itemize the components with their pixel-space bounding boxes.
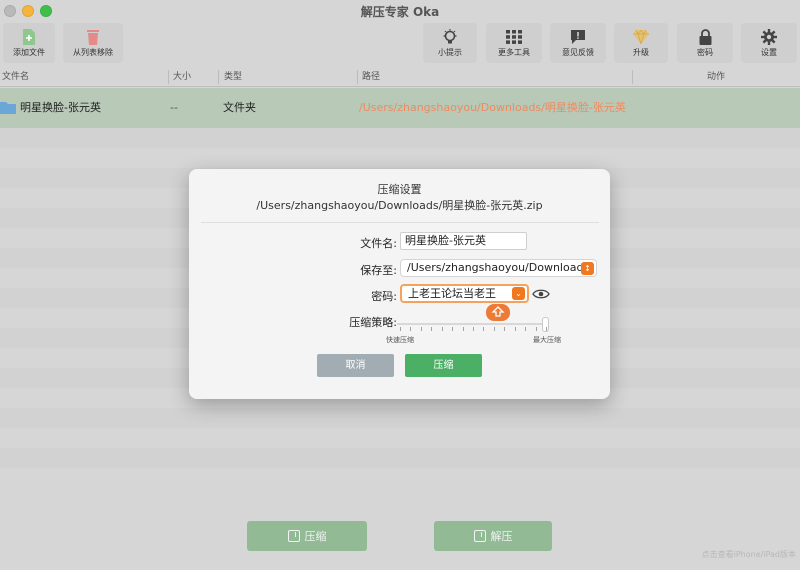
- strategy-label: 压缩策略:: [349, 316, 397, 329]
- iphone-version-link[interactable]: 点击查看iPhone/iPad版本: [702, 549, 796, 560]
- column-header-action[interactable]: 动作: [707, 67, 725, 87]
- upgrade-button[interactable]: 升级: [614, 23, 668, 63]
- up-down-chevron-icon: ↕: [581, 262, 594, 275]
- filename-label: 文件名:: [360, 237, 397, 250]
- password-label: 密码: [697, 47, 713, 57]
- compress-label: 压缩: [304, 530, 327, 543]
- lightbulb-icon: [442, 28, 458, 45]
- save-to-value: /Users/zhangshaoyou/Downloads: [407, 261, 590, 274]
- dialog-title: 压缩设置: [377, 183, 422, 196]
- add-file-label: 添加文件: [13, 47, 45, 57]
- compress-settings-dialog: 压缩设置 /Users/zhangshaoyou/Downloads/明星换脸-…: [189, 169, 610, 399]
- dialog-output-path: /Users/zhangshaoyou/Downloads/明星换脸-张元英.z…: [256, 199, 543, 212]
- slider-tick: [400, 327, 401, 331]
- column-divider: [168, 70, 169, 84]
- fast-compress-label: 快速压缩: [386, 336, 414, 344]
- minimize-window-button[interactable]: [22, 5, 34, 17]
- column-header-size[interactable]: 大小: [173, 67, 191, 87]
- cancel-button[interactable]: 取消: [317, 354, 394, 377]
- upgrade-label: 升级: [633, 47, 649, 57]
- row-size: --: [170, 101, 178, 114]
- extract-button[interactable]: 解压: [434, 521, 552, 551]
- eye-icon[interactable]: [532, 288, 550, 300]
- compress-icon: [287, 530, 300, 542]
- table-header: 文件名 大小 类型 路径 动作: [0, 67, 800, 87]
- remove-from-list-label: 从列表移除: [73, 47, 113, 57]
- slider-tick: [473, 327, 474, 331]
- slider-tick: [493, 327, 495, 331]
- slider-track: [397, 323, 549, 325]
- list-stripe: [0, 408, 800, 428]
- more-tools-label: 更多工具: [498, 47, 530, 57]
- save-to-label: 保存至:: [360, 264, 397, 277]
- add-file-icon: [21, 28, 37, 45]
- add-file-button[interactable]: 添加文件: [3, 23, 55, 63]
- slider-tick: [441, 327, 443, 331]
- maximize-window-button[interactable]: [40, 5, 52, 17]
- column-divider: [218, 70, 219, 84]
- row-name: 明星换脸-张元英: [20, 101, 101, 114]
- trash-icon: [85, 29, 101, 45]
- app-window: 解压专家 Oka 添加文件 从列表移除 小提示 更多工具 意见反馈 升级 密码 …: [0, 0, 800, 570]
- folder-icon: [0, 88, 16, 128]
- diamond-icon: [633, 29, 649, 45]
- grid-icon: [506, 29, 522, 45]
- slider-tick: [546, 327, 547, 331]
- feedback-button[interactable]: 意见反馈: [550, 23, 606, 63]
- title-bar: 解压专家 Oka: [0, 0, 800, 22]
- column-divider: [632, 70, 633, 84]
- tips-button[interactable]: 小提示: [423, 23, 477, 63]
- row-type: 文件夹: [223, 101, 256, 114]
- compression-strategy-slider[interactable]: [397, 316, 549, 332]
- list-stripe: [0, 448, 800, 468]
- compress-button[interactable]: 压缩: [247, 521, 367, 551]
- slider-tick: [431, 327, 433, 331]
- password-value: 上老王论坛当老王: [408, 287, 496, 300]
- extract-icon: [473, 530, 486, 542]
- slider-tick: [525, 327, 527, 331]
- settings-button[interactable]: 设置: [741, 23, 797, 63]
- column-divider: [357, 70, 358, 84]
- tips-label: 小提示: [438, 47, 462, 57]
- column-header-name[interactable]: 文件名: [2, 67, 29, 87]
- password-field-label: 密码:: [371, 290, 397, 303]
- slider-tick: [420, 327, 422, 331]
- slider-tick: [452, 327, 454, 331]
- close-window-button[interactable]: [4, 5, 16, 17]
- max-compress-label: 最大压缩: [533, 336, 561, 344]
- slider-tick: [504, 327, 506, 331]
- confirm-compress-button[interactable]: 压缩: [405, 354, 482, 377]
- slider-tick: [410, 327, 412, 331]
- row-path[interactable]: /Users/zhangshaoyou/Downloads/明星换脸-张元英: [359, 88, 626, 128]
- list-stripe: [0, 128, 800, 148]
- window-title: 解压专家 Oka: [360, 4, 440, 19]
- password-button[interactable]: 密码: [677, 23, 733, 63]
- column-header-path[interactable]: 路径: [362, 67, 380, 87]
- more-tools-button[interactable]: 更多工具: [486, 23, 542, 63]
- gear-icon: [761, 28, 777, 45]
- settings-label: 设置: [761, 47, 777, 57]
- chevron-down-icon: ⌄: [512, 287, 525, 300]
- slider-tick: [514, 327, 516, 331]
- toolbar: 添加文件 从列表移除 小提示 更多工具 意见反馈 升级 密码 设置: [0, 22, 800, 64]
- window-controls: [4, 5, 52, 17]
- slider-tick: [535, 327, 537, 331]
- save-to-select[interactable]: /Users/zhangshaoyou/Downloads ↕: [400, 259, 597, 277]
- feedback-icon: [570, 29, 586, 45]
- lock-icon: [697, 28, 713, 45]
- dialog-divider: [201, 222, 599, 223]
- slider-tick: [462, 327, 464, 331]
- feedback-label: 意见反馈: [562, 47, 594, 57]
- filename-field[interactable]: 明星换脸-张元英: [400, 232, 527, 250]
- password-combo[interactable]: 上老王论坛当老王 ⌄: [400, 284, 529, 303]
- column-header-type[interactable]: 类型: [224, 67, 242, 87]
- remove-from-list-button[interactable]: 从列表移除: [63, 23, 123, 63]
- slider-tick: [483, 327, 485, 331]
- extract-label: 解压: [490, 530, 513, 543]
- table-row[interactable]: 明星换脸-张元英 -- 文件夹 /Users/zhangshaoyou/Down…: [0, 88, 800, 128]
